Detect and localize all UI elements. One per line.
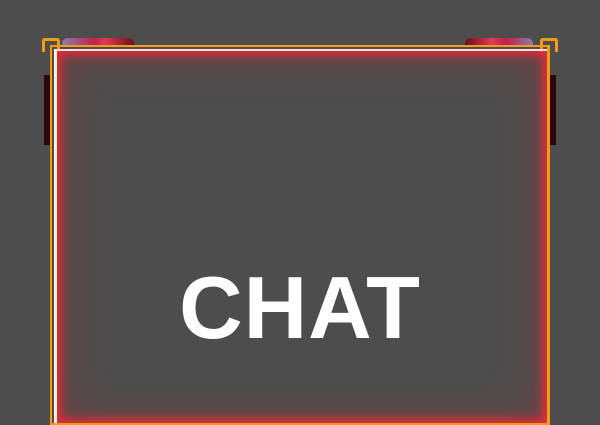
frame-glow bbox=[54, 49, 547, 423]
right-side-accent bbox=[549, 75, 556, 145]
chat-title: CHAT bbox=[179, 258, 421, 357]
frame-border bbox=[50, 45, 550, 425]
